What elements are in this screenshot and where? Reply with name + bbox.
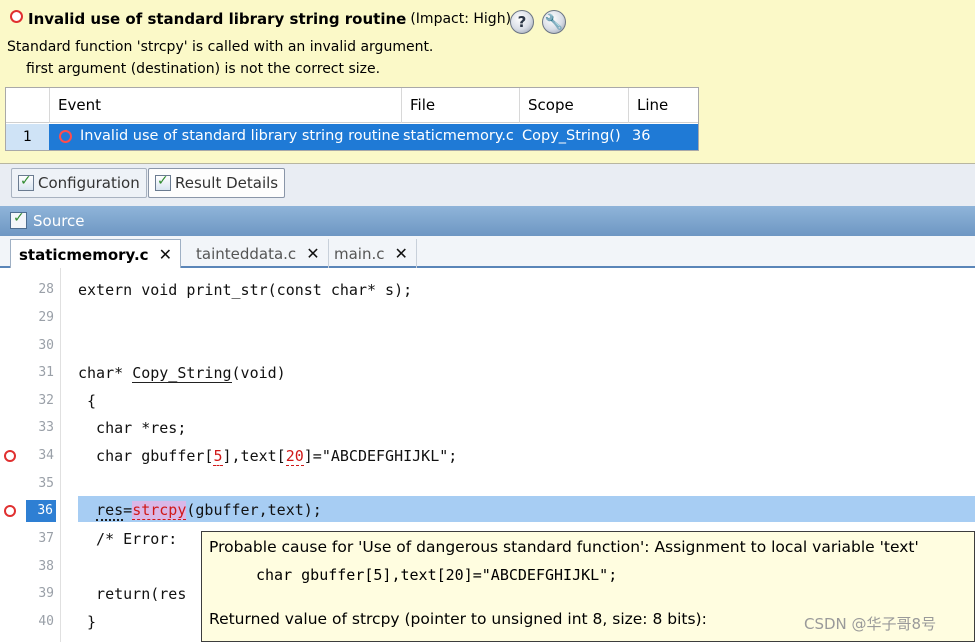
tooltip-code: char gbuffer[5],text[20]="ABCDEFGHIJKL"; bbox=[256, 566, 618, 584]
code-token: char* bbox=[78, 364, 133, 382]
line-cell: 36 bbox=[632, 128, 651, 144]
code-line-40: } bbox=[78, 613, 97, 631]
source-title: Source bbox=[33, 212, 85, 230]
warning-token[interactable]: res bbox=[96, 501, 124, 521]
close-icon[interactable]: ✕ bbox=[306, 244, 319, 263]
line-number: 34 bbox=[38, 448, 54, 463]
issue-impact: (Impact: High) bbox=[410, 11, 512, 27]
code-token: (gbuffer,text); bbox=[186, 501, 322, 519]
row-index: 1 bbox=[6, 124, 49, 150]
file-tab-label: main.c bbox=[334, 244, 385, 263]
line-number: 31 bbox=[38, 365, 54, 380]
line-number: 40 bbox=[38, 614, 54, 629]
issue-panel: Invalid use of standard library string r… bbox=[0, 0, 975, 164]
function-name-link[interactable]: Copy_String bbox=[132, 364, 232, 383]
tooltip-cause: Probable cause for 'Use of dangerous sta… bbox=[209, 538, 919, 556]
defect-circle-icon bbox=[59, 130, 72, 143]
line-number: 32 bbox=[38, 393, 54, 408]
selected-row[interactable]: Invalid use of standard library string r… bbox=[49, 124, 698, 150]
code-line-34: char gbuffer[5],text[20]="ABCDEFGHIJKL"; bbox=[78, 447, 458, 466]
events-table: Event File Scope Line 1 Invalid use of s… bbox=[5, 87, 699, 151]
panel-tabs: Configuration Result Details bbox=[0, 164, 975, 206]
error-token[interactable]: 20 bbox=[285, 447, 304, 466]
code-line-31: char* Copy_String(void) bbox=[78, 364, 286, 383]
defect-circle-icon bbox=[10, 9, 23, 23]
event-cell: Invalid use of standard library string r… bbox=[80, 128, 400, 144]
code-token: ]="ABCDEFGHIJKL"; bbox=[303, 447, 458, 465]
issue-description: Standard function 'strcpy' is called wit… bbox=[7, 39, 434, 55]
source-icon bbox=[10, 210, 27, 229]
line-number: 39 bbox=[38, 586, 54, 601]
current-line-number: 36 bbox=[26, 500, 56, 522]
file-tabs: staticmemory.c ✕ tainteddata.c ✕ main.c … bbox=[0, 236, 975, 269]
column-header-line[interactable]: Line bbox=[628, 88, 698, 123]
code-token: (void) bbox=[231, 364, 286, 382]
file-cell: staticmemory.c bbox=[403, 128, 514, 144]
line-number: 38 bbox=[38, 559, 54, 574]
code-token: ],text[ bbox=[222, 447, 286, 465]
tab-label: Configuration bbox=[38, 174, 140, 192]
defect-marker-icon[interactable] bbox=[4, 505, 16, 517]
result-details-icon bbox=[155, 173, 171, 191]
issue-detail: first argument (destination) is not the … bbox=[26, 61, 381, 77]
help-button[interactable]: ? bbox=[510, 10, 534, 34]
code-line-39: return(res bbox=[78, 585, 187, 603]
issue-title: Invalid use of standard library string r… bbox=[28, 10, 407, 28]
tools-button[interactable]: 🔧 bbox=[542, 10, 566, 34]
tab-main-c[interactable]: main.c ✕ bbox=[326, 239, 417, 268]
tab-configuration[interactable]: Configuration bbox=[11, 168, 147, 198]
error-token[interactable]: 5 bbox=[213, 447, 223, 466]
tab-result-details[interactable]: Result Details bbox=[148, 168, 286, 198]
code-line-37: /* Error: bbox=[78, 530, 178, 548]
column-header-event[interactable]: Event bbox=[49, 88, 401, 123]
wrench-icon: 🔧 bbox=[544, 13, 564, 31]
line-number: 29 bbox=[38, 310, 54, 325]
close-icon[interactable]: ✕ bbox=[159, 245, 172, 264]
events-table-header: Event File Scope Line bbox=[6, 88, 698, 123]
source-header: Source bbox=[0, 206, 975, 236]
issue-title-row: Invalid use of standard library string r… bbox=[10, 9, 512, 28]
tooltip-return: Returned value of strcpy (pointer to uns… bbox=[209, 610, 707, 628]
line-number: 30 bbox=[38, 338, 54, 353]
column-header-scope[interactable]: Scope bbox=[519, 88, 628, 123]
line-number: 35 bbox=[38, 476, 54, 491]
table-row[interactable]: 1 Invalid use of standard library string… bbox=[6, 124, 698, 150]
scope-cell: Copy_String() bbox=[522, 128, 621, 144]
close-icon[interactable]: ✕ bbox=[395, 244, 408, 263]
line-number: 33 bbox=[38, 420, 54, 435]
tab-tainteddata-c[interactable]: tainteddata.c ✕ bbox=[188, 239, 329, 268]
question-icon: ? bbox=[517, 13, 527, 31]
line-number: 37 bbox=[38, 531, 54, 546]
column-header-file[interactable]: File bbox=[401, 88, 519, 123]
line-number-gutter: 28 29 30 31 32 33 34 35 36 37 38 39 40 bbox=[0, 268, 61, 642]
code-editor[interactable]: 28 29 30 31 32 33 34 35 36 37 38 39 40 e… bbox=[0, 268, 975, 642]
tab-staticmemory-c[interactable]: staticmemory.c ✕ bbox=[10, 239, 181, 269]
error-token-strcpy[interactable]: strcpy bbox=[132, 501, 187, 520]
code-line-33: char *res; bbox=[78, 419, 187, 437]
code-line-36: res=strcpy(gbuffer,text); bbox=[78, 501, 322, 521]
code-line-28: extern void print_str(const char* s); bbox=[78, 281, 413, 299]
tab-label: Result Details bbox=[175, 174, 279, 192]
file-tab-label: staticmemory.c bbox=[19, 245, 149, 264]
watermark: CSDN @华子哥8号 bbox=[804, 615, 937, 633]
code-token: = bbox=[123, 501, 133, 519]
file-tab-label: tainteddata.c bbox=[196, 244, 297, 263]
configuration-icon bbox=[18, 173, 34, 191]
line-number: 28 bbox=[38, 282, 54, 297]
code-token: char gbuffer[ bbox=[78, 447, 214, 465]
code-line-32: { bbox=[78, 392, 97, 410]
